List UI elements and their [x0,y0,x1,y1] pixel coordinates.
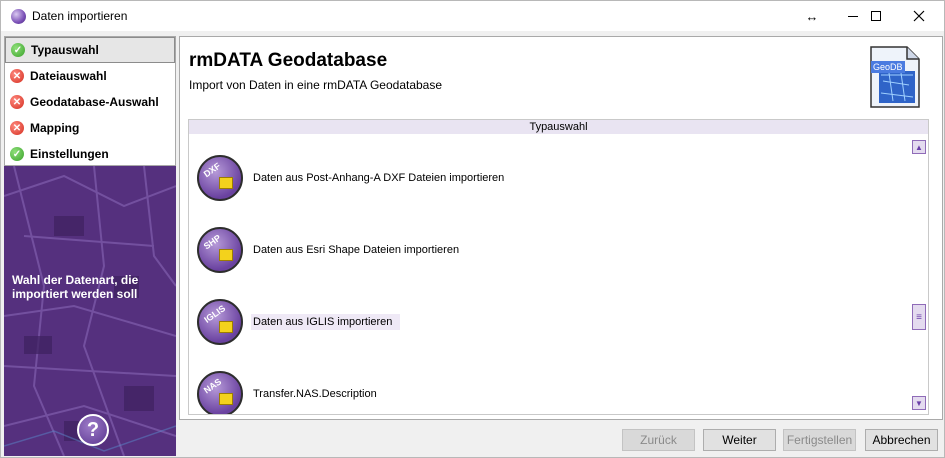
list-item-label: Transfer.NAS.Description [253,388,377,400]
list-scrollbar[interactable]: ▲ ≡ ▼ [911,134,928,414]
import-type-list: DXF Daten aus Post-Anhang-A DXF Dateien … [189,134,911,414]
type-selection-panel: Typauswahl DXF Daten aus Post-Anhang-A D… [188,119,929,415]
finish-button[interactable]: Fertigstellen [783,429,856,451]
resize-arrows-icon[interactable]: ↔ [792,1,832,31]
list-item-label: Daten aus IGLIS importieren [251,314,401,330]
scroll-thumb[interactable]: ≡ [912,304,926,330]
list-item-iglis[interactable]: IGLIS Daten aus IGLIS importieren [197,298,401,346]
scroll-up-icon[interactable]: ▲ [912,140,926,154]
step-label: Geodatabase-Auswahl [30,95,159,109]
wizard-steps-list: ✓ Typauswahl ✕ Dateiauswahl ✕ Geodatabas… [4,36,176,166]
list-item-shp[interactable]: SHP Daten aus Esri Shape Dateien importi… [197,226,461,274]
app-icon [11,9,26,24]
step-label: Dateiauswahl [30,69,107,83]
back-button[interactable]: Zurück [622,429,695,451]
geodb-logo-icon: GeoDB [870,46,920,108]
page-subtitle: Import von Daten in eine rmDATA Geodatab… [189,78,443,92]
geodb-logo-text: GeoDB [873,62,903,72]
iglis-import-icon: IGLIS [197,299,243,345]
list-item-nas[interactable]: NAS Transfer.NAS.Description [197,370,379,414]
check-icon: ✓ [11,43,25,57]
error-icon: ✕ [10,69,24,83]
import-dialog-window: Daten importieren ↔ ✓ Typauswahl ✕ Datei… [0,0,945,458]
help-button[interactable]: ? [77,414,109,446]
page-title: rmDATA Geodatabase [189,50,388,71]
step-geodatabase-auswahl[interactable]: ✕ Geodatabase-Auswahl [5,89,175,115]
window-title: Daten importieren [32,9,128,23]
error-icon: ✕ [10,95,24,109]
step-label: Einstellungen [30,147,109,161]
step-label: Typauswahl [31,43,99,57]
close-icon [913,10,925,22]
sidebar-hint-text: Wahl der Datenart, die importiert werden… [12,273,139,301]
folder-icon [219,321,233,333]
folder-icon [219,249,233,261]
main-content: rmDATA Geodatabase Import von Daten in e… [179,36,943,420]
dxf-import-icon: DXF [197,155,243,201]
maximize-icon [871,11,881,21]
nas-import-icon: NAS [197,371,243,414]
title-bar: Daten importieren ↔ [1,1,944,31]
maximize-button[interactable] [853,1,899,31]
error-icon: ✕ [10,121,24,135]
step-dateiauswahl[interactable]: ✕ Dateiauswahl [5,63,175,89]
scroll-down-icon[interactable]: ▼ [912,396,926,410]
folder-icon [219,393,233,405]
map-pattern-graphic [4,166,176,456]
list-item-label: Daten aus Esri Shape Dateien importieren [253,244,460,256]
step-label: Mapping [30,121,80,135]
step-typauswahl[interactable]: ✓ Typauswahl [5,37,175,63]
next-button[interactable]: Weiter [703,429,776,451]
sidebar-map-background: Wahl der Datenart, die importiert werden… [4,166,176,456]
shp-import-icon: SHP [197,227,243,273]
wizard-sidebar: ✓ Typauswahl ✕ Dateiauswahl ✕ Geodatabas… [4,36,176,456]
list-item-dxf[interactable]: DXF Daten aus Post-Anhang-A DXF Dateien … [197,154,506,202]
check-icon: ✓ [10,147,24,161]
panel-header: Typauswahl [189,120,928,134]
folder-icon [219,177,233,189]
step-mapping[interactable]: ✕ Mapping [5,115,175,141]
cancel-button[interactable]: Abbrechen [865,429,938,451]
list-item-label: Daten aus Post-Anhang-A DXF Dateien impo… [253,172,505,184]
close-button[interactable] [896,1,942,31]
step-einstellungen[interactable]: ✓ Einstellungen [5,141,175,167]
